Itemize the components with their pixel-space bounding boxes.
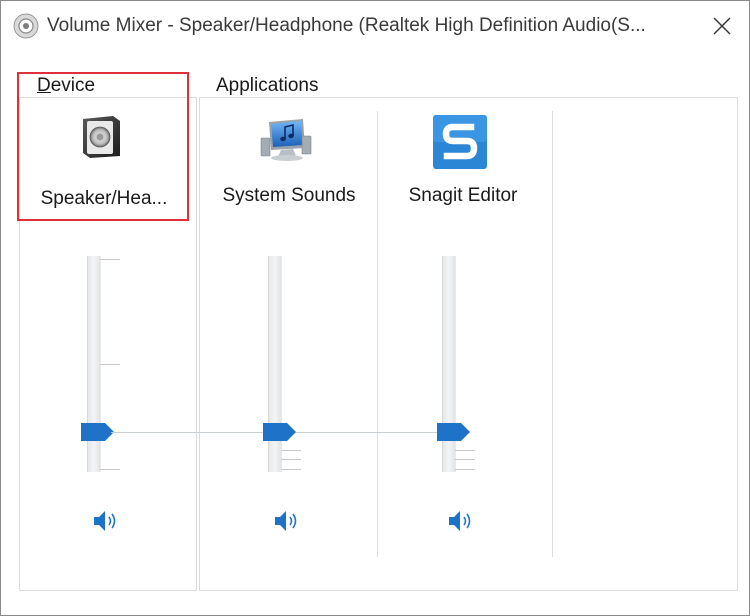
title-bar[interactable]: Volume Mixer - Speaker/Headphone (Realte… (1, 1, 749, 53)
system-sounds-volume-thumb[interactable] (263, 423, 297, 441)
system-sounds-mute-speaker-icon[interactable] (272, 508, 302, 534)
slider-tick (100, 364, 120, 365)
snagit-editor-mute-speaker-icon[interactable] (446, 508, 476, 534)
system-sounds-icon[interactable] (259, 114, 313, 164)
slider-tick (455, 469, 475, 470)
window-title: Volume Mixer - Speaker/Headphone (Realte… (47, 15, 646, 36)
device-highlight-box (17, 72, 189, 221)
slider-tick (281, 450, 301, 451)
close-icon[interactable] (703, 9, 739, 43)
volume-mixer-window: Volume Mixer - Speaker/Headphone (Realte… (0, 0, 750, 616)
snagit-logo-icon[interactable] (433, 115, 487, 169)
speaker-app-icon (13, 13, 39, 39)
column-separator (377, 111, 378, 557)
device-mute-speaker-icon[interactable] (91, 508, 121, 534)
snagit-editor-volume-thumb[interactable] (437, 423, 471, 441)
app-name-label[interactable]: System Sounds (209, 185, 369, 207)
applications-group-label: Applications (214, 75, 321, 97)
slider-tick (455, 459, 475, 460)
app-name-label[interactable]: Snagit Editor (387, 185, 539, 207)
slider-tick (281, 469, 301, 470)
slider-tick (281, 459, 301, 460)
slider-tick (455, 450, 475, 451)
column-separator (552, 111, 553, 557)
slider-tick (100, 469, 120, 470)
device-volume-thumb[interactable] (81, 423, 115, 441)
slider-tick (100, 259, 120, 260)
